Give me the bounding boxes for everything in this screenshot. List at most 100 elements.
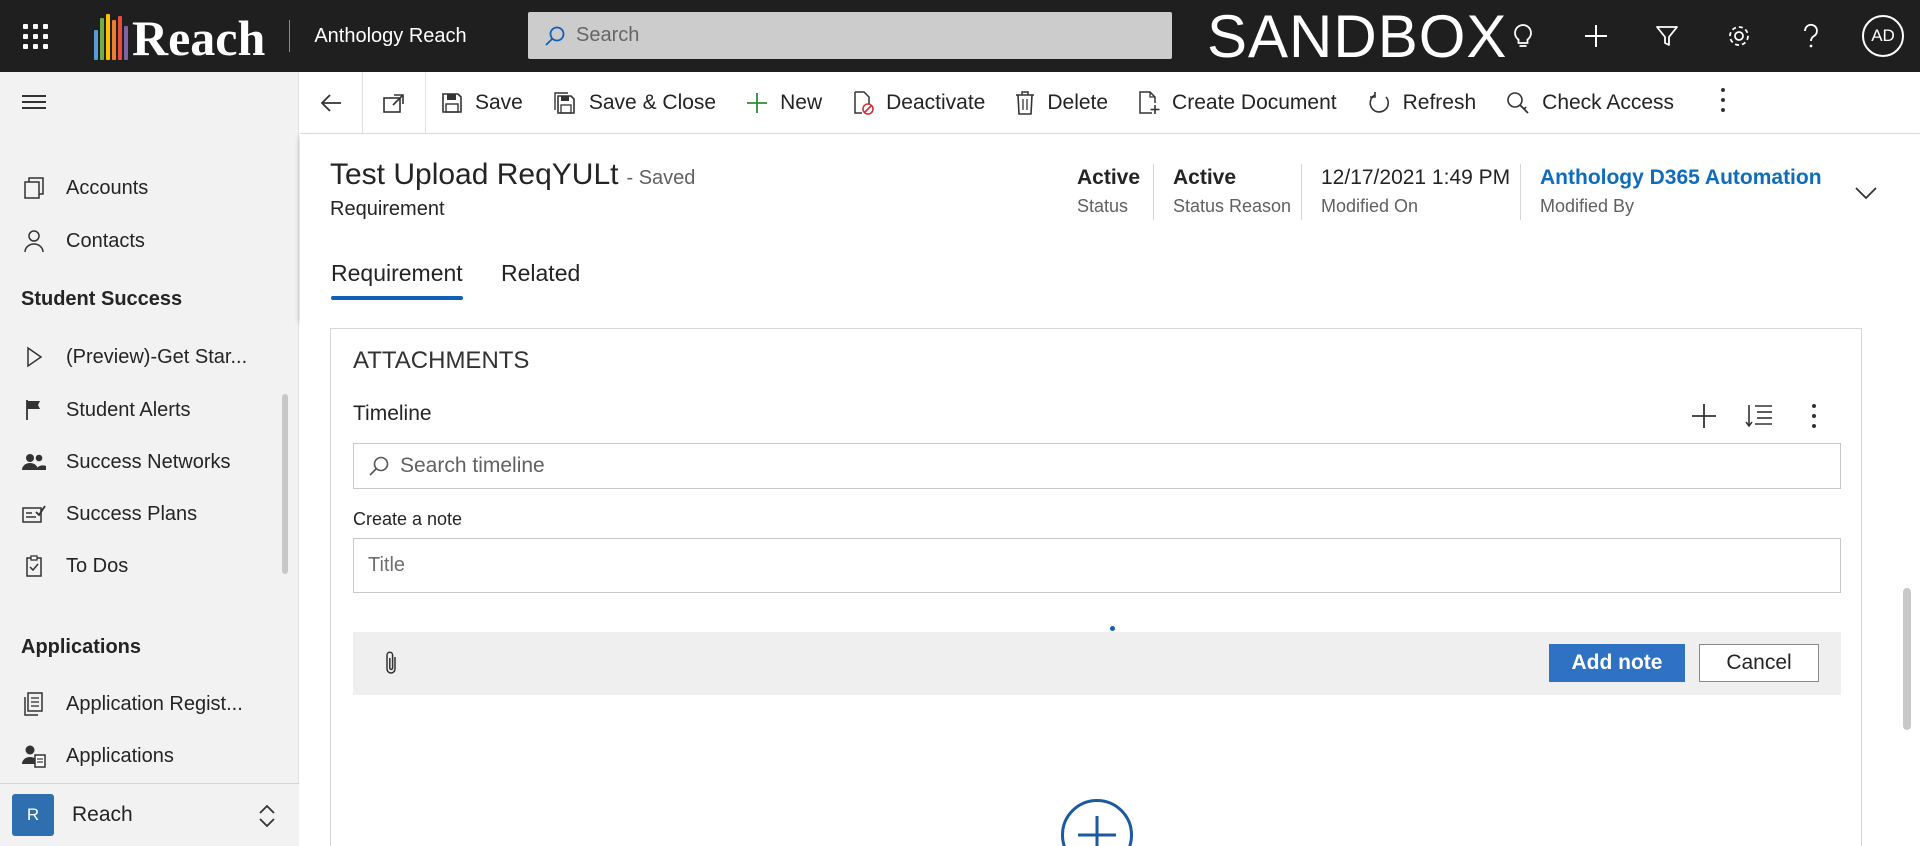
contacts-icon bbox=[20, 227, 48, 255]
timeline-search-input[interactable]: Search timeline bbox=[353, 443, 1841, 489]
more-commands-button[interactable] bbox=[1720, 87, 1726, 118]
hamburger-menu-icon[interactable] bbox=[22, 95, 46, 113]
timeline-more-button[interactable] bbox=[1811, 403, 1817, 434]
save-status: - Saved bbox=[626, 167, 696, 189]
refresh-icon bbox=[1369, 91, 1389, 113]
paperclip-icon bbox=[386, 651, 396, 674]
sidebar-item-label: Contacts bbox=[66, 229, 145, 252]
new-button[interactable]: New bbox=[731, 72, 837, 134]
sidebar-item-contacts[interactable]: Contacts bbox=[0, 219, 282, 263]
status-label: Status bbox=[1077, 196, 1129, 216]
back-arrow-icon bbox=[320, 93, 341, 112]
refresh-button[interactable]: Refresh bbox=[1352, 72, 1492, 134]
reach-logo[interactable]: Reach bbox=[94, 0, 265, 72]
header-separator bbox=[1301, 164, 1302, 220]
record-header: Test Upload ReqYULt - Saved Requirement A… bbox=[300, 134, 1920, 320]
deactivate-button[interactable]: Deactivate bbox=[837, 72, 1000, 134]
sort-list-icon bbox=[1745, 405, 1772, 428]
lightbulb-icon[interactable] bbox=[1503, 16, 1543, 56]
form-scrollbar[interactable] bbox=[1903, 588, 1911, 730]
play-icon bbox=[20, 343, 48, 371]
plus-icon[interactable] bbox=[1576, 16, 1616, 56]
save-close-label: Save & Close bbox=[588, 90, 717, 114]
record-entity-name: Requirement bbox=[330, 198, 445, 220]
plan-icon bbox=[20, 500, 48, 528]
sidebar-item-student-alerts[interactable]: Student Alerts bbox=[0, 388, 282, 432]
user-avatar[interactable]: AD bbox=[1862, 15, 1904, 57]
save-icon bbox=[442, 92, 462, 113]
section-title: ATTACHMENTS bbox=[353, 347, 530, 374]
sidebar-item-to-dos[interactable]: To Dos bbox=[0, 544, 282, 588]
create-document-button[interactable]: Create Document bbox=[1123, 72, 1352, 134]
back-button[interactable] bbox=[300, 71, 363, 134]
area-name: Reach bbox=[72, 803, 133, 826]
sidebar-item-label: To Dos bbox=[66, 554, 129, 577]
save-close-icon bbox=[554, 91, 575, 114]
more-vertical-icon bbox=[1721, 88, 1725, 112]
global-search-input[interactable]: Search bbox=[528, 12, 1172, 59]
tab-related[interactable]: Related bbox=[501, 260, 580, 287]
sidebar-item-label: Success Plans bbox=[66, 502, 198, 525]
sidebar-group-student-success: Student Success bbox=[21, 288, 183, 310]
gear-icon[interactable] bbox=[1719, 16, 1759, 56]
environment-label: SANDBOX bbox=[1207, 3, 1508, 70]
record-title: Test Upload ReqYULt - Saved bbox=[330, 158, 695, 192]
document-icon bbox=[20, 690, 48, 718]
app-launcher-button[interactable] bbox=[0, 0, 70, 72]
chevron-up-down-icon bbox=[259, 804, 275, 828]
sidebar-item-label: Success Networks bbox=[66, 450, 231, 473]
new-label: New bbox=[780, 90, 823, 114]
search-placeholder: Search bbox=[576, 24, 640, 46]
loading-indicator bbox=[1110, 626, 1115, 631]
sidebar-item-get-started[interactable]: (Preview)-Get Star... bbox=[0, 335, 282, 379]
circle-plus-icon bbox=[1078, 816, 1116, 846]
attach-file-button[interactable] bbox=[383, 650, 399, 681]
save-button[interactable]: Save bbox=[426, 72, 538, 134]
expand-header-button[interactable] bbox=[1854, 186, 1878, 205]
area-switcher[interactable]: R Reach bbox=[0, 783, 299, 846]
sidebar-item-applications[interactable]: Applications bbox=[0, 734, 282, 778]
timeline-add-button[interactable] bbox=[1691, 403, 1717, 434]
modified-on-value: 12/17/2021 1:49 PM bbox=[1321, 166, 1511, 189]
record-title-text: Test Upload ReqYULt bbox=[330, 158, 619, 191]
modified-by-link[interactable]: Anthology D365 Automation bbox=[1540, 166, 1822, 190]
sidebar-item-success-networks[interactable]: Success Networks bbox=[0, 440, 282, 484]
person-document-icon bbox=[20, 742, 48, 770]
search-icon bbox=[369, 456, 389, 476]
deactivate-label: Deactivate bbox=[886, 90, 986, 114]
note-actions-bar: Add note Cancel bbox=[353, 632, 1841, 695]
check-access-button[interactable]: Check Access bbox=[1491, 72, 1689, 134]
help-icon[interactable] bbox=[1791, 16, 1831, 56]
sitemap-sidebar: Accounts Contacts Student Success (Previ… bbox=[0, 72, 299, 846]
cancel-button[interactable]: Cancel bbox=[1699, 644, 1819, 682]
tab-requirement[interactable]: Requirement bbox=[331, 260, 463, 300]
delete-button[interactable]: Delete bbox=[1000, 72, 1123, 134]
people-icon bbox=[20, 448, 48, 476]
header-separator bbox=[1153, 164, 1154, 220]
open-new-window-button[interactable] bbox=[363, 71, 426, 134]
command-bar: Save Save & Close New Deactivate Delete … bbox=[300, 71, 1920, 134]
add-note-button[interactable]: Add note bbox=[1549, 644, 1685, 682]
logo-bars-icon bbox=[94, 12, 128, 60]
sidebar-item-success-plans[interactable]: Success Plans bbox=[0, 492, 282, 536]
save-and-close-button[interactable]: Save & Close bbox=[538, 72, 731, 134]
header-field-status: Active Status bbox=[1077, 166, 1140, 217]
status-reason-value: Active bbox=[1173, 166, 1237, 189]
add-attachment-button[interactable] bbox=[1061, 799, 1133, 846]
create-document-label: Create Document bbox=[1172, 90, 1337, 114]
waffle-icon bbox=[22, 23, 48, 49]
sidebar-item-label: Application Regist... bbox=[66, 692, 243, 715]
header-separator bbox=[1520, 164, 1521, 220]
sidebar-scrollbar[interactable] bbox=[282, 394, 288, 574]
attachments-section: ATTACHMENTS Timeline Search timeline Cre… bbox=[330, 328, 1862, 846]
timeline-title: Timeline bbox=[353, 402, 432, 425]
sidebar-item-application-registrations[interactable]: Application Regist... bbox=[0, 682, 282, 726]
check-access-label: Check Access bbox=[1542, 90, 1675, 114]
sidebar-item-accounts[interactable]: Accounts bbox=[0, 166, 282, 210]
timeline-search-placeholder: Search timeline bbox=[400, 454, 545, 477]
filter-icon[interactable] bbox=[1647, 16, 1687, 56]
timeline-sort-button[interactable] bbox=[1745, 403, 1773, 434]
sidebar-item-label: Accounts bbox=[66, 176, 149, 199]
note-title-input[interactable]: Title bbox=[353, 538, 1841, 593]
app-name[interactable]: Anthology Reach bbox=[314, 25, 466, 48]
